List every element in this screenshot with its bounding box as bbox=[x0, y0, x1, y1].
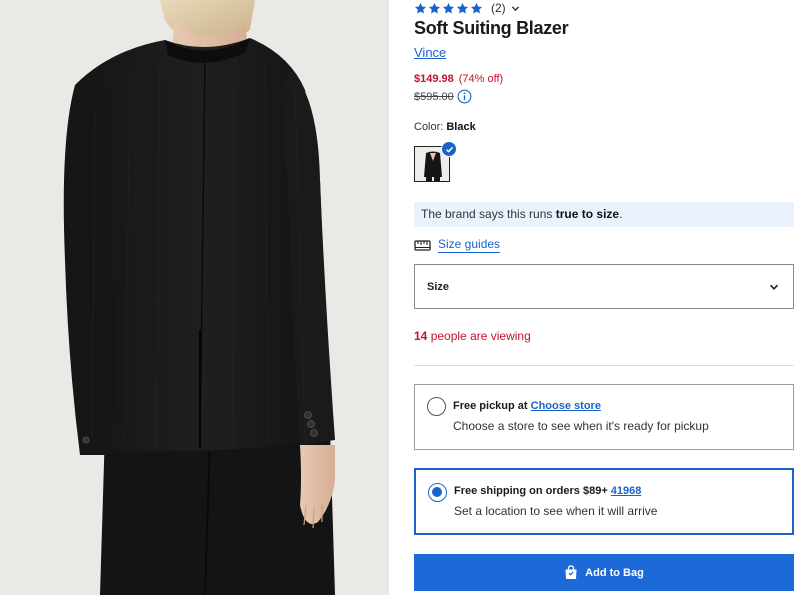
star-icon bbox=[442, 2, 455, 13]
product-title: Soft Suiting Blazer bbox=[414, 18, 569, 38]
viewers-count: 14 bbox=[414, 329, 428, 343]
chevron-down-icon bbox=[769, 284, 779, 290]
pickup-title: Free pickup at Choose store bbox=[453, 400, 601, 412]
chevron-down-icon[interactable] bbox=[511, 4, 520, 13]
star-icon bbox=[414, 2, 427, 13]
info-icon[interactable] bbox=[457, 89, 472, 104]
shipping-title: Free shipping on orders $89+ 41968 bbox=[454, 485, 641, 497]
add-to-bag-button[interactable]: Add to Bag bbox=[414, 554, 794, 591]
original-price: $595.00 bbox=[414, 90, 454, 103]
add-to-bag-label: Add to Bag bbox=[585, 566, 644, 579]
divider bbox=[414, 365, 794, 366]
pickup-radio[interactable] bbox=[427, 397, 446, 416]
viewers-notice: 14 people are viewing bbox=[414, 329, 531, 343]
product-image[interactable] bbox=[0, 0, 389, 595]
color-label: Color: bbox=[414, 121, 444, 133]
rating-stars bbox=[414, 2, 483, 15]
sale-price: $149.98 bbox=[414, 73, 454, 85]
pickup-option[interactable]: Free pickup at Choose store Choose a sto… bbox=[414, 384, 794, 450]
fit-note-suffix: . bbox=[619, 207, 623, 221]
review-count[interactable]: (2) bbox=[491, 1, 506, 15]
pickup-subtitle: Choose a store to see when it's ready fo… bbox=[453, 419, 709, 433]
shipping-subtitle: Set a location to see when it will arriv… bbox=[454, 504, 658, 518]
radio-selected-dot bbox=[432, 487, 442, 497]
star-icon bbox=[428, 2, 441, 13]
shipping-radio[interactable] bbox=[428, 483, 447, 502]
fit-note: The brand says this runs true to size. bbox=[414, 202, 794, 227]
size-guides-link[interactable]: Size guides bbox=[414, 237, 501, 253]
product-details: (2) Soft Suiting Blazer Vince $149.98 (74… bbox=[414, 0, 794, 595]
viewers-text: people are viewing bbox=[427, 329, 531, 343]
fit-note-bold: true to size bbox=[555, 207, 620, 221]
fit-note-text: The brand says this runs bbox=[421, 207, 556, 221]
size-guides-label[interactable]: Size guides bbox=[438, 237, 501, 253]
original-price-row: $595.00 bbox=[414, 89, 472, 104]
shipping-option[interactable]: Free shipping on orders $89+ 41968 Set a… bbox=[414, 468, 794, 535]
size-guide-icon bbox=[414, 239, 431, 251]
color-label-row: Color: Black bbox=[414, 121, 476, 133]
rating-row[interactable]: (2) bbox=[414, 0, 520, 16]
shopping-bag-icon bbox=[565, 565, 577, 579]
pickup-title-text: Free pickup at bbox=[453, 400, 531, 412]
color-value: Black bbox=[446, 121, 476, 133]
discount-badge: (74% off) bbox=[458, 73, 504, 85]
zip-code-link[interactable]: 41968 bbox=[611, 485, 642, 497]
checkmark-icon bbox=[445, 146, 453, 153]
size-select[interactable]: Size bbox=[414, 264, 794, 309]
selected-check-badge bbox=[441, 141, 457, 157]
product-image-illustration bbox=[63, 0, 335, 595]
star-icon bbox=[470, 2, 483, 13]
shipping-title-text: Free shipping on orders $89+ bbox=[454, 485, 611, 497]
star-icon bbox=[456, 2, 469, 13]
choose-store-link[interactable]: Choose store bbox=[531, 400, 601, 412]
price-row: $149.98 (74% off) bbox=[414, 73, 503, 85]
brand-link[interactable]: Vince bbox=[414, 45, 446, 60]
size-select-label: Size bbox=[427, 280, 450, 293]
